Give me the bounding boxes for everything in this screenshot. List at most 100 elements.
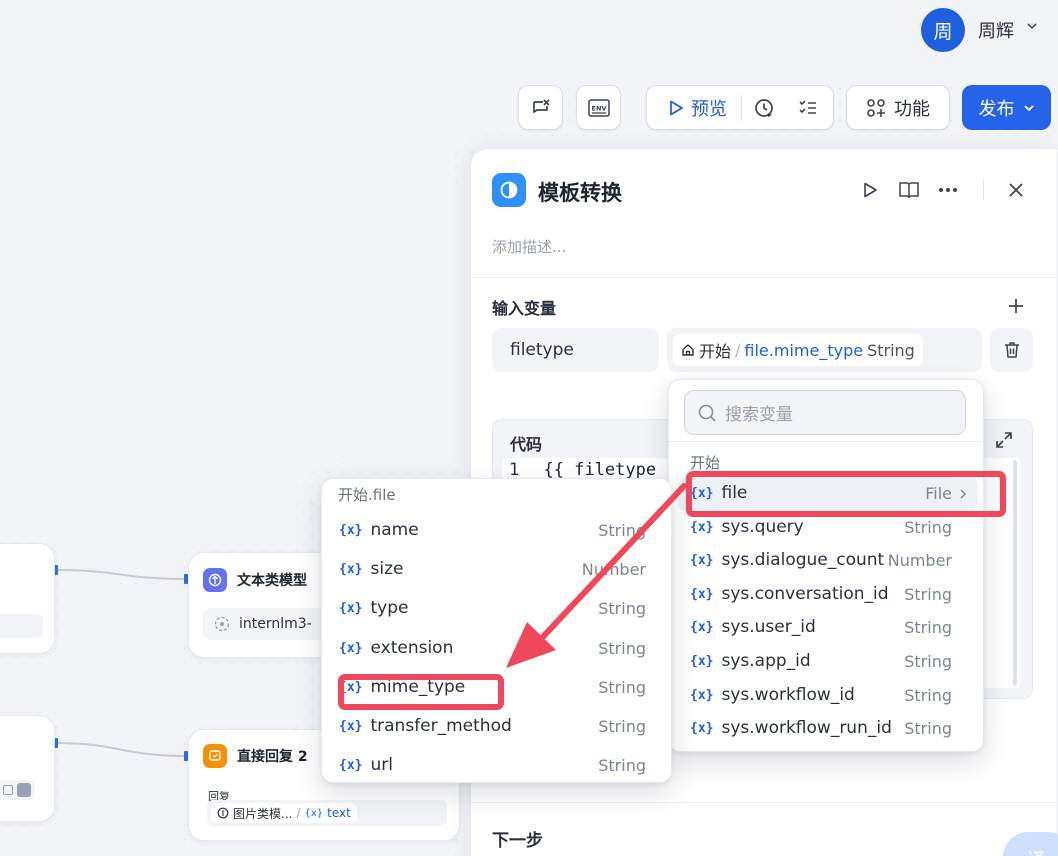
variable-icon: {x} — [690, 687, 714, 703]
reply-content: 图片类模... / {x} text — [207, 800, 447, 826]
home-icon — [682, 344, 694, 356]
variable-item[interactable]: {x} sys.conversation_id — [690, 584, 889, 604]
variable-icon: {x} — [690, 485, 714, 501]
delete-variable-button[interactable] — [990, 328, 1033, 372]
subvariable-item-name: type — [370, 598, 409, 618]
publish-button[interactable]: 发布 — [962, 85, 1051, 130]
llm-node-icon — [217, 807, 229, 819]
source-node-name: 开始 — [699, 342, 732, 361]
description-input[interactable]: 添加描述... — [492, 236, 566, 257]
model-icon — [214, 616, 230, 632]
node-title: 直接回复 2 — [237, 749, 308, 765]
variable-item-name: sys.query — [721, 517, 804, 537]
search-icon — [698, 404, 716, 422]
subvariable-item[interactable]: {x} size — [339, 559, 403, 579]
preview-label: 预览 — [691, 98, 727, 120]
variable-item-name: sys.workflow_id — [721, 685, 855, 705]
variable-name-input[interactable]: filetype — [492, 328, 659, 372]
variable-icon: {x} — [690, 720, 714, 736]
env-icon: ENV — [587, 98, 610, 117]
node-title: 文本类模型 — [237, 573, 307, 589]
variable-group-title: 开始 — [690, 454, 721, 472]
checklist-button[interactable] — [786, 98, 830, 118]
run-history-button[interactable] — [742, 97, 786, 119]
subvariable-item-type: String — [598, 599, 646, 618]
variable-selector[interactable]: 开始 / file.mime_type String — [667, 328, 982, 372]
code-label: 代码 — [510, 435, 543, 454]
node-chip — [0, 614, 43, 638]
user-name[interactable]: 周辉 — [978, 17, 1014, 43]
subvariable-item-type: Number — [581, 560, 646, 579]
checklist-icon — [799, 99, 816, 114]
submenu-title: 开始.file — [338, 486, 396, 504]
history-icon — [755, 98, 773, 117]
ref-node-name: 图片类模... — [233, 806, 293, 821]
variable-item-type: File — [925, 484, 952, 503]
message-variable-icon — [532, 98, 550, 113]
variable-item[interactable]: {x} sys.query — [690, 517, 804, 537]
subvariable-item-name: transfer_method — [370, 716, 512, 736]
eye-icon — [17, 783, 31, 797]
variable-item-type: String — [904, 686, 952, 705]
node-chip — [0, 780, 35, 800]
code-text: {{ filetype — [543, 460, 657, 480]
run-node-icon[interactable] — [861, 181, 879, 199]
variable-inspect-button[interactable] — [518, 85, 563, 130]
variable-item-name: sys.dialogue_count — [721, 550, 885, 570]
subvariable-item[interactable]: {x} url — [339, 755, 393, 775]
variable-item-type: String — [904, 652, 952, 671]
variable-icon: {x} — [690, 586, 714, 602]
variable-item-file[interactable]: {x} file — [690, 483, 747, 503]
variable-icon: {x} — [339, 679, 363, 695]
path-separator: / — [735, 340, 741, 360]
features-button[interactable]: 功能 — [846, 85, 950, 130]
workflow-node[interactable] — [0, 715, 55, 822]
variable-search-input[interactable]: 搜索变量 — [684, 390, 966, 435]
preview-button[interactable]: 预览 — [647, 95, 741, 121]
variable-item[interactable]: {x} sys.user_id — [690, 617, 816, 637]
subvariable-item-type: String — [598, 639, 646, 658]
model-name: internlm3- — [239, 616, 312, 632]
add-variable-icon[interactable] — [1007, 297, 1025, 315]
subvariable-item[interactable]: {x} type — [339, 598, 408, 618]
user-avatar[interactable]: 周 — [921, 8, 965, 52]
apps-icon — [867, 98, 885, 117]
variable-item[interactable]: {x} sys.workflow_id — [690, 685, 855, 705]
variable-item-name: file — [721, 483, 748, 503]
divider — [983, 178, 984, 200]
more-icon[interactable] — [938, 186, 958, 194]
variable-type: String — [867, 340, 915, 360]
variable-item[interactable]: {x} sys.app_id — [690, 651, 811, 671]
svg-text:ENV: ENV — [591, 104, 606, 112]
variable-item-type: String — [904, 585, 952, 604]
workflow-node[interactable] — [0, 543, 55, 654]
input-variables-title: 输入变量 — [492, 299, 557, 318]
subvariable-item-mime-type[interactable]: {x} mime_type — [339, 677, 465, 697]
subvariable-item-type: String — [598, 756, 646, 775]
subvariable-item-name: size — [370, 559, 404, 579]
subvariable-item-name: name — [370, 520, 419, 540]
variable-item[interactable]: {x} sys.dialogue_count — [690, 550, 884, 570]
trash-icon — [1004, 342, 1019, 358]
docs-book-icon[interactable] — [898, 180, 920, 200]
file-icon — [3, 785, 13, 795]
subvariable-item[interactable]: {x} transfer_method — [339, 716, 512, 736]
subvariable-item[interactable]: {x} extension — [339, 638, 453, 658]
chevron-down-icon[interactable] — [1026, 20, 1038, 32]
ref-variable-name: text — [327, 806, 351, 820]
variable-icon: {x} — [304, 807, 324, 819]
variable-icon: {x} — [690, 619, 714, 635]
variable-item[interactable]: {x} sys.workflow_run_id — [690, 718, 892, 738]
code-scrollbar[interactable] — [1013, 460, 1017, 686]
close-icon[interactable] — [1008, 182, 1024, 198]
panel-title[interactable]: 模板转换 — [538, 177, 622, 207]
variable-item-name: sys.app_id — [721, 651, 811, 671]
env-button[interactable]: ENV — [576, 85, 621, 130]
subvariable-item[interactable]: {x} name — [339, 520, 419, 540]
variable-reference-pill: 图片类模... / {x} text — [211, 803, 357, 823]
variable-item-name: sys.user_id — [721, 617, 816, 637]
expand-icon[interactable] — [994, 430, 1014, 450]
search-placeholder: 搜索变量 — [725, 405, 793, 425]
subvariable-item-name: url — [370, 755, 393, 775]
chevron-down-icon — [1023, 104, 1034, 111]
